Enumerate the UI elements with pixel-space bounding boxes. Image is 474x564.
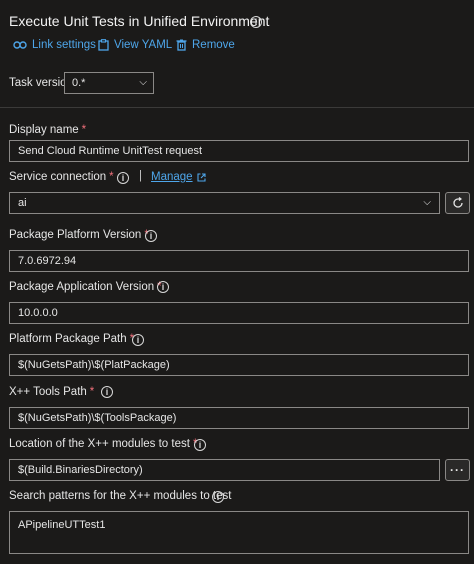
required-mark: * <box>81 124 87 136</box>
manage-link-text: Manage <box>151 171 193 183</box>
modules-location-value: $(Build.BinariesDirectory) <box>18 464 143 476</box>
info-icon[interactable]: i <box>212 491 224 503</box>
required-mark: * <box>89 386 95 398</box>
modules-location-label: Location of the X++ modules to test * <box>9 438 197 450</box>
service-connection-label-text: Service connection <box>9 171 107 183</box>
service-connection-select[interactable]: ai ⌵ <box>9 192 440 214</box>
required-mark: * <box>109 171 114 183</box>
package-application-version-label: Package Application Version * <box>9 281 162 293</box>
info-icon[interactable]: i <box>117 172 129 184</box>
platform-package-path-value: $(NuGetsPath)\$(PlatPackage) <box>18 359 170 371</box>
package-application-version-label-text: Package Application Version <box>9 281 155 293</box>
modules-location-label-text: Location of the X++ modules to test <box>9 438 190 450</box>
tools-path-label-text: X++ Tools Path <box>9 386 87 398</box>
task-title: Execute Unit Tests in Unified Environmen… <box>9 13 270 29</box>
manage-link[interactable]: Manage <box>151 171 206 183</box>
service-connection-value: ai <box>18 197 27 209</box>
platform-package-path-input[interactable]: $(NuGetsPath)\$(PlatPackage) <box>9 354 469 376</box>
info-icon[interactable]: i <box>157 281 169 293</box>
display-name-label-text: Display name <box>9 124 79 136</box>
package-platform-version-input[interactable]: 7.0.6972.94 <box>9 250 469 272</box>
tools-path-label: X++ Tools Path * <box>9 386 94 398</box>
modules-location-input[interactable]: $(Build.BinariesDirectory) <box>9 459 440 481</box>
package-application-version-input[interactable]: 10.0.0.0 <box>9 302 469 324</box>
clipboard-icon <box>98 39 109 51</box>
refresh-icon <box>452 197 463 208</box>
search-patterns-label: Search patterns for the X++ modules to t… <box>9 490 232 502</box>
refresh-button[interactable] <box>445 192 470 214</box>
chevron-down-icon: ⌵ <box>423 197 431 208</box>
remove-button[interactable]: Remove <box>176 39 235 51</box>
info-icon[interactable]: i <box>194 439 206 451</box>
info-icon[interactable]: i <box>250 16 262 28</box>
link-settings-label: Link settings <box>32 39 96 51</box>
display-name-label: Display name * <box>9 124 86 136</box>
link-icon <box>13 41 27 49</box>
platform-package-path-label-text: Platform Package Path <box>9 333 127 345</box>
view-yaml-label: View YAML <box>114 39 173 51</box>
trash-icon <box>176 39 187 51</box>
info-icon[interactable]: i <box>132 334 144 346</box>
package-application-version-value: 10.0.0.0 <box>18 307 58 319</box>
task-version-select[interactable]: 0.* ⌵ <box>64 72 154 94</box>
external-link-icon <box>197 172 206 182</box>
remove-label: Remove <box>192 39 235 51</box>
package-platform-version-label: Package Platform Version * <box>9 229 149 241</box>
search-patterns-value: APipelineUTTest1 <box>18 519 106 531</box>
platform-package-path-label: Platform Package Path * <box>9 333 134 345</box>
link-settings-button[interactable]: Link settings <box>13 39 96 51</box>
tools-path-value: $(NuGetsPath)\$(ToolsPackage) <box>18 412 177 424</box>
service-connection-label: Service connection * <box>9 171 114 183</box>
section-divider <box>0 107 474 108</box>
view-yaml-button[interactable]: View YAML <box>98 39 172 51</box>
task-version-value: 0.* <box>72 77 86 89</box>
package-platform-version-value: 7.0.6972.94 <box>18 255 77 267</box>
tools-path-input[interactable]: $(NuGetsPath)\$(ToolsPackage) <box>9 407 469 429</box>
search-patterns-textarea[interactable]: APipelineUTTest1 <box>9 511 469 554</box>
info-icon[interactable]: i <box>101 386 113 398</box>
chevron-down-icon: ⌵ <box>139 77 147 88</box>
display-name-input[interactable]: Send Cloud Runtime UnitTest request <box>9 140 469 162</box>
browse-button[interactable]: ··· <box>445 459 470 481</box>
display-name-value: Send Cloud Runtime UnitTest request <box>18 145 203 157</box>
package-platform-version-label-text: Package Platform Version <box>9 229 142 241</box>
separator: | <box>139 170 142 182</box>
info-icon[interactable]: i <box>145 230 157 242</box>
